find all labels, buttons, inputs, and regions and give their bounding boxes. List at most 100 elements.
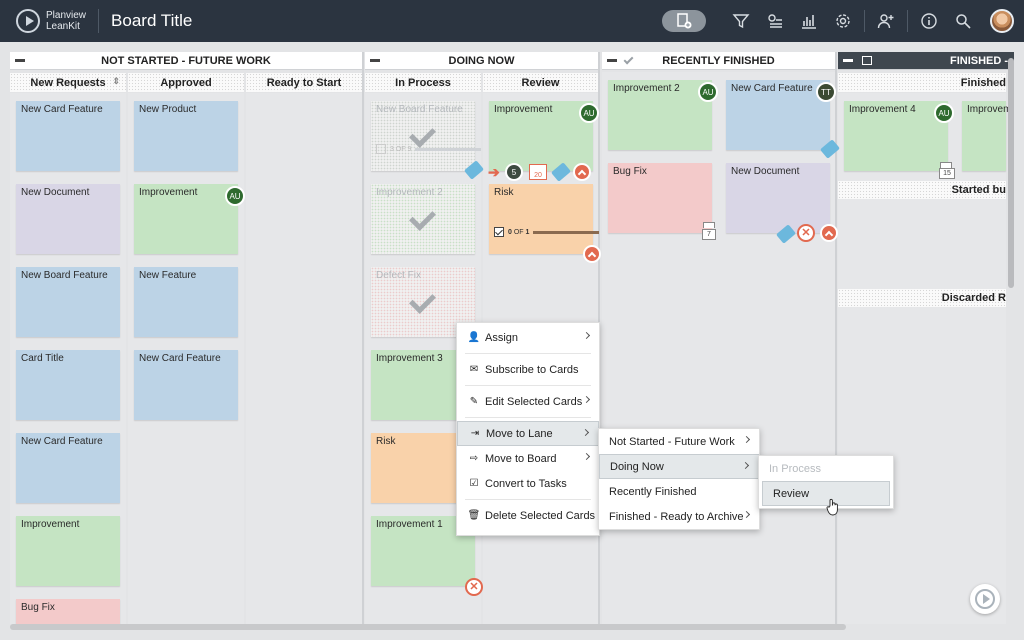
top-actions [662,0,1024,42]
assignee-avatar[interactable]: AU [698,82,718,102]
collapse-card-button[interactable] [820,224,838,242]
checkmark-icon [409,291,437,313]
help-launcher-button[interactable] [970,584,1000,614]
menu-item-edit-selected[interactable]: ✎ Edit Selected Cards [457,389,599,414]
card[interactable]: New Document [16,184,120,254]
collapse-icon[interactable] [607,59,617,62]
info-icon[interactable] [919,11,939,31]
card[interactable]: Improvement 4 AU [844,101,954,171]
card[interactable]: Bug Fix [608,163,712,233]
submenu-item-finished-ready-to-archive[interactable]: Finished - Ready to Archive [599,504,759,529]
card[interactable]: New Document [726,163,830,233]
lane-header-recently-finished[interactable]: RECENTLY FINISHED [602,52,835,70]
sort-icon[interactable]: ⇕ [112,76,120,87]
calendar-icon [703,222,715,228]
filter-icon[interactable] [731,11,751,31]
menu-item-subscribe[interactable]: ✉ Subscribe to Cards [457,357,599,382]
options-icon[interactable] [765,11,785,31]
card[interactable]: Improvement AU [134,184,245,254]
analytics-icon[interactable] [799,11,819,31]
chevron-right-icon [582,395,591,404]
user-avatar[interactable] [990,9,1014,33]
toolbar-divider [864,10,865,32]
lane-header-not-started[interactable]: NOT STARTED - FUTURE WORK [10,52,362,70]
add-user-icon[interactable] [876,11,896,31]
planview-play-icon [975,589,995,609]
submenu-item-not-started[interactable]: Not Started - Future Work [599,429,759,454]
column-header-approved[interactable]: Approved [128,73,244,92]
column-header-ready-to-start[interactable]: Ready to Start [246,73,362,92]
card[interactable]: New Card Feature [16,101,120,171]
card[interactable]: Improvement 2 AU [608,80,718,150]
card[interactable]: New Product [134,101,238,171]
collapse-icon[interactable] [843,59,853,62]
horizontal-scrollbar[interactable] [10,624,846,630]
planview-logo[interactable]: Planview LeanKit [16,9,86,33]
card[interactable]: Bug Fix [16,599,120,624]
archive-icon [862,56,872,65]
card[interactable]: Improvement [16,516,120,586]
move-to-lane-icon: ⇥ [470,428,480,439]
card[interactable]: New Card Feature TT [726,80,836,150]
chevron-right-icon [741,461,750,470]
checkbox-icon [494,227,504,237]
collapse-icon[interactable] [370,59,380,62]
card[interactable]: New Card Feature [134,350,238,420]
comment-count-badge[interactable]: 5 [505,163,523,181]
column-header-discarded[interactable]: Discarded R [838,289,1006,307]
column-header-in-process[interactable]: In Process [365,73,481,92]
lane-header-finished[interactable]: FINISHED - [838,52,1014,70]
trash-icon: 🗑 [467,510,481,521]
lane-submenu: Not Started - Future Work Doing Now Rece… [598,428,760,530]
card[interactable]: New Board Feature [16,267,120,337]
board-title[interactable]: Board Title [111,11,192,31]
block-button[interactable]: ✕ [797,224,815,242]
menu-item-assign[interactable]: 👤 Assign [457,325,599,350]
menu-item-convert-to-tasks[interactable]: ☑ Convert to Tasks [457,471,599,496]
assignee-avatar[interactable]: AU [934,103,954,123]
card-completed[interactable]: Improvement 2 [371,184,475,254]
card[interactable]: Risk 0 OF 1 [489,184,600,254]
card[interactable]: New Card Feature [16,433,120,503]
vertical-scrollbar[interactable] [1008,58,1014,288]
task-icon [376,144,386,154]
submenu-item-doing-now[interactable]: Doing Now [599,454,759,479]
column-recently-finished [602,72,835,624]
submenu-item-recently-finished[interactable]: Recently Finished [599,479,759,504]
checkmark-icon [409,208,437,230]
menu-item-move-to-lane[interactable]: ⇥ Move to Lane [457,421,599,446]
logo-divider [98,9,100,33]
new-card-icon [677,13,692,29]
column-header-finished[interactable]: Finished [838,73,1006,92]
card[interactable]: New Feature [134,267,238,337]
new-card-button[interactable] [662,10,706,32]
checkbox-icon: ☑ [469,478,479,489]
checkmark-icon [623,54,634,65]
column-header-review[interactable]: Review [483,73,598,92]
column-header-started[interactable]: Started bu [838,181,1006,199]
column-finished [838,93,1006,624]
chevron-up-icon [587,251,597,260]
lane-header-doing-now[interactable]: DOING NOW [365,52,598,70]
block-button[interactable]: ✕ [465,578,483,596]
settings-icon[interactable] [833,11,853,31]
assignee-avatar[interactable]: TT [816,82,836,102]
submenu-item-in-process: In Process [769,462,821,475]
assignee-avatar[interactable]: AU [225,186,245,206]
search-icon[interactable] [953,11,973,31]
collapse-card-button[interactable] [583,245,601,263]
card-completed[interactable]: New Board Feature 3 OF 9 [371,101,482,171]
collapse-icon[interactable] [15,59,25,62]
move-arrow-icon[interactable]: ➔ [488,165,502,179]
menu-item-move-to-board[interactable]: ⇨ Move to Board [457,446,599,471]
assignee-avatar[interactable]: AU [579,103,599,123]
calendar-icon[interactable]: 20 [529,164,547,180]
envelope-icon: ✉ [469,364,479,375]
card[interactable]: Improvem [962,101,1011,171]
planview-logo-icon [16,9,40,33]
column-header-new-requests[interactable]: New Requests ⇕ [10,73,126,92]
tag-icon[interactable] [551,162,571,182]
card[interactable]: Card Title [16,350,120,420]
collapse-card-button[interactable] [573,163,591,181]
menu-item-delete-selected[interactable]: 🗑 Delete Selected Cards [457,503,599,528]
